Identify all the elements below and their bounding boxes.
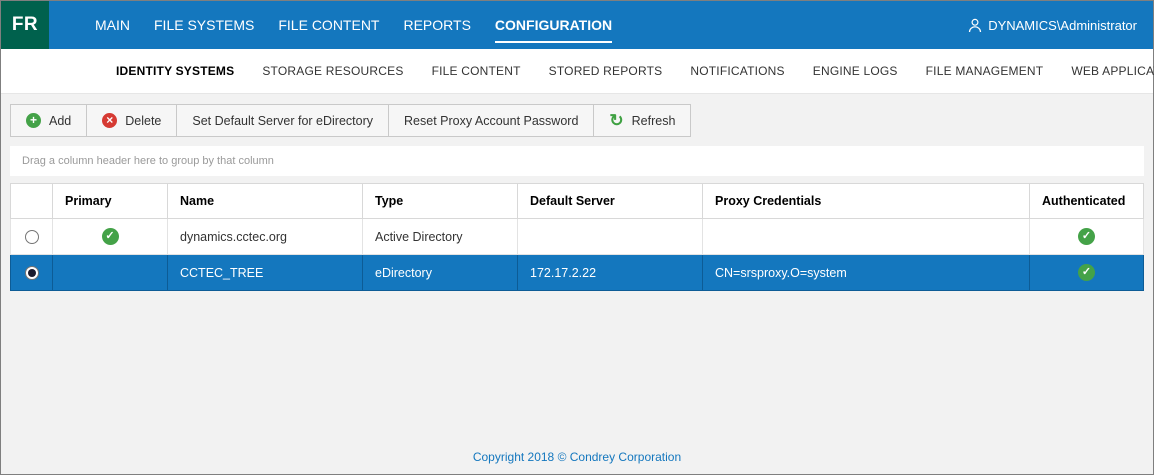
tab-identity-systems[interactable]: IDENTITY SYSTEMS — [116, 64, 234, 78]
cell-primary — [53, 255, 168, 291]
configuration-subnav: IDENTITY SYSTEMS STORAGE RESOURCES FILE … — [1, 49, 1153, 94]
column-header-default-server[interactable]: Default Server — [518, 184, 703, 219]
row-select-radio[interactable] — [25, 266, 39, 280]
user-name: DYNAMICS\Administrator — [988, 18, 1137, 33]
tab-stored-reports[interactable]: STORED REPORTS — [549, 64, 663, 78]
tab-web-application[interactable]: WEB APPLICATION — [1071, 64, 1154, 78]
column-header-type[interactable]: Type — [363, 184, 518, 219]
group-by-bar[interactable]: Drag a column header here to group by th… — [10, 146, 1144, 176]
nav-main[interactable]: MAIN — [84, 11, 141, 39]
nav-configuration[interactable]: CONFIGURATION — [484, 11, 623, 39]
column-header-authenticated[interactable]: Authenticated — [1030, 184, 1144, 219]
reset-proxy-password-label: Reset Proxy Account Password — [404, 114, 578, 128]
cell-default-server: 172.17.2.22 — [518, 255, 703, 291]
cell-name: CCTEC_TREE — [168, 255, 363, 291]
identity-systems-table: Primary Name Type Default Server Proxy C… — [10, 183, 1144, 291]
column-header-proxy-credentials[interactable]: Proxy Credentials — [703, 184, 1030, 219]
tab-storage-resources[interactable]: STORAGE RESOURCES — [262, 64, 403, 78]
tab-file-management[interactable]: FILE MANAGEMENT — [926, 64, 1044, 78]
row-select-radio[interactable] — [25, 230, 39, 244]
authenticated-check-icon: ✓ — [1078, 228, 1095, 245]
primary-check-icon: ✓ — [102, 228, 119, 245]
add-icon: + — [26, 113, 41, 128]
cell-default-server — [518, 219, 703, 255]
toolbar: + Add × Delete Set Default Server for eD… — [10, 104, 1144, 137]
refresh-button-label: Refresh — [632, 114, 676, 128]
reset-proxy-password-button[interactable]: Reset Proxy Account Password — [388, 104, 594, 137]
set-default-server-button[interactable]: Set Default Server for eDirectory — [176, 104, 389, 137]
app-logo[interactable]: FR — [1, 1, 49, 49]
user-menu[interactable]: DYNAMICS\Administrator — [968, 18, 1137, 33]
cell-name: dynamics.cctec.org — [168, 219, 363, 255]
table-row-dynamics[interactable]: ✓ dynamics.cctec.org Active Directory ✓ — [11, 219, 1144, 255]
tab-file-content[interactable]: FILE CONTENT — [432, 64, 521, 78]
top-navigation-bar: FR MAIN FILE SYSTEMS FILE CONTENT REPORT… — [1, 1, 1153, 49]
cell-type: eDirectory — [363, 255, 518, 291]
delete-icon: × — [102, 113, 117, 128]
user-icon — [968, 18, 982, 33]
refresh-icon: ↻ — [609, 113, 623, 128]
delete-button-label: Delete — [125, 114, 161, 128]
tab-notifications[interactable]: NOTIFICATIONS — [690, 64, 784, 78]
column-header-select — [11, 184, 53, 219]
add-button-label: Add — [49, 114, 71, 128]
tab-engine-logs[interactable]: ENGINE LOGS — [813, 64, 898, 78]
delete-button[interactable]: × Delete — [86, 104, 177, 137]
main-nav: MAIN FILE SYSTEMS FILE CONTENT REPORTS C… — [83, 1, 624, 49]
table-header-row: Primary Name Type Default Server Proxy C… — [11, 184, 1144, 219]
set-default-server-label: Set Default Server for eDirectory — [192, 114, 373, 128]
refresh-button[interactable]: ↻ Refresh — [593, 104, 691, 137]
identity-systems-panel: + Add × Delete Set Default Server for eD… — [1, 94, 1153, 474]
nav-reports[interactable]: REPORTS — [392, 11, 481, 39]
authenticated-check-icon: ✓ — [1078, 264, 1095, 281]
table-row-cctec-tree[interactable]: CCTEC_TREE eDirectory 172.17.2.22 CN=srs… — [11, 255, 1144, 291]
add-button[interactable]: + Add — [10, 104, 87, 137]
cell-type: Active Directory — [363, 219, 518, 255]
nav-file-systems[interactable]: FILE SYSTEMS — [143, 11, 265, 39]
cell-proxy-credentials: CN=srsproxy.O=system — [703, 255, 1030, 291]
column-header-primary[interactable]: Primary — [53, 184, 168, 219]
nav-file-content[interactable]: FILE CONTENT — [267, 11, 390, 39]
column-header-name[interactable]: Name — [168, 184, 363, 219]
copyright-text: Copyright 2018 © Condrey Corporation — [10, 444, 1144, 468]
cell-proxy-credentials — [703, 219, 1030, 255]
